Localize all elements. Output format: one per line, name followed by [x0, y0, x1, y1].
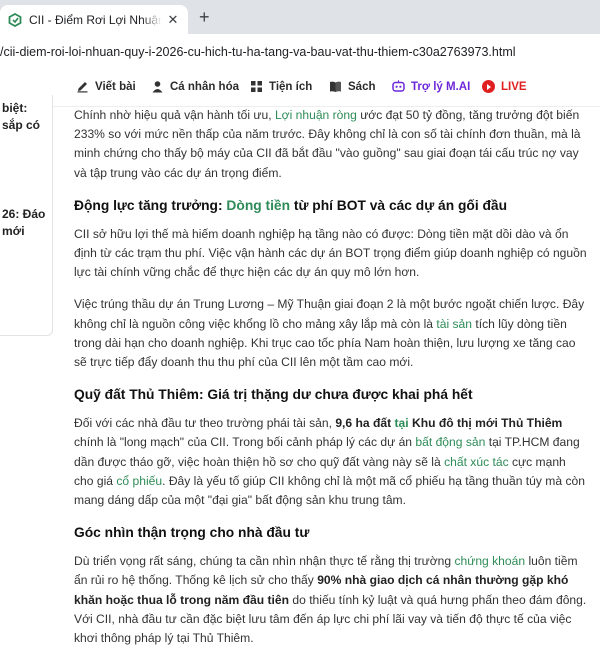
grid-icon: [251, 81, 262, 92]
utilities-label: Tiện ích: [269, 80, 313, 93]
write-post-label: Viết bài: [95, 80, 136, 93]
bold-text: Khu đô thị mới Thủ Thiêm: [408, 416, 563, 431]
ai-assistant-button[interactable]: Trợ lý M.AI: [392, 80, 470, 93]
section-heading-caution: Góc nhìn thận trọng cho nhà đầu tư: [74, 523, 588, 543]
article-paragraph: CII sở hữu lợi thế mà hiếm doanh nghiệp …: [74, 225, 588, 283]
books-button[interactable]: Sách: [329, 80, 376, 93]
bold-text: 9,6 ha đất: [335, 416, 395, 431]
ai-assistant-label: Trợ lý M.AI: [411, 80, 471, 93]
browser-tab-active[interactable]: CII - Điểm Rơi Lợi Nhuận Quý I 2026 ✕: [0, 5, 188, 34]
live-label: LIVE: [501, 80, 527, 93]
text-segment: Động lực tăng trưởng:: [74, 197, 227, 213]
inline-link[interactable]: bất động sản: [415, 435, 485, 449]
article-paragraph: Dù triển vọng rất sáng, chúng ta cần nhì…: [74, 552, 588, 648]
address-bar: /cii-diem-roi-loi-nhuan-quy-i-2026-cu-hi…: [0, 34, 600, 73]
personalize-button[interactable]: Cá nhân hóa: [151, 80, 239, 93]
text-segment: Chính nhờ hiệu quả vận hành tối ưu,: [74, 108, 275, 122]
pencil-icon: [77, 82, 88, 93]
section-heading-growth: Động lực tăng trưởng: Dòng tiền từ phí B…: [74, 196, 588, 216]
person-icon: [152, 81, 163, 93]
text-segment: CII sở hữu lợi thế mà hiếm doanh nghiệp …: [74, 226, 587, 280]
tab-close-icon[interactable]: ✕: [166, 12, 180, 28]
article-body: Chính nhờ hiệu quả vận hành tối ưu, Lợi …: [74, 106, 588, 661]
text-segment: chính là "long mạch" của CII. Trong bối …: [74, 435, 416, 450]
site-toolbar: Viết bài Cá nhân hóa Tiện ích Sách Trợ l…: [0, 72, 600, 107]
books-label: Sách: [348, 80, 376, 93]
live-play-icon: [482, 80, 495, 93]
article-paragraph: Việc trúng thầu dự án Trung Lương – Mỹ T…: [74, 295, 588, 372]
related-news-sidebar: biệt: sắp có 26: Đáo mới: [0, 95, 53, 336]
text-segment: Quỹ đất Thủ Thiêm: Giá trị thặng dư chưa…: [74, 387, 473, 403]
text-segment: Dù triển vọng rất sáng, chúng ta cần nhì…: [74, 554, 455, 569]
inline-link[interactable]: tại: [394, 416, 408, 430]
live-button[interactable]: LIVE: [482, 80, 527, 93]
inline-link[interactable]: cổ phiếu: [116, 474, 162, 488]
book-icon: [330, 81, 341, 92]
article-paragraph: Chính nhờ hiệu quả vận hành tối ưu, Lợi …: [74, 106, 588, 183]
inline-link[interactable]: Lợi nhuận ròng: [275, 108, 357, 122]
inline-link[interactable]: Dòng tiền: [226, 198, 290, 213]
ai-assistant-icon: [392, 80, 405, 92]
inline-link[interactable]: chứng khoán: [454, 554, 525, 568]
text-segment: từ phí BOT và các dự án gối đầu: [290, 197, 508, 213]
article-paragraph: Đối với các nhà đầu tư theo trường phái …: [74, 414, 588, 510]
text-segment: Đối với các nhà đầu tư theo trường phái …: [74, 416, 336, 431]
sidebar-line[interactable]: mới: [2, 223, 25, 240]
inline-link[interactable]: chất xúc tác: [444, 455, 509, 469]
site-favicon-icon: [8, 12, 22, 27]
sidebar-line[interactable]: sắp có: [2, 117, 40, 134]
section-heading-thu-thiem: Quỹ đất Thủ Thiêm: Giá trị thặng dư chưa…: [74, 385, 588, 405]
new-tab-button[interactable]: +: [199, 7, 210, 28]
sidebar-line[interactable]: 26: Đáo: [2, 206, 45, 223]
browser-tab-strip: CII - Điểm Rơi Lợi Nhuận Quý I 2026 ✕ +: [0, 0, 600, 34]
text-segment: Góc nhìn thận trọng cho nhà đầu tư: [74, 525, 310, 541]
tab-title: CII - Điểm Rơi Lợi Nhuận Quý I 2026: [29, 12, 162, 27]
inline-link[interactable]: tài sản: [436, 317, 472, 331]
url-field[interactable]: /cii-diem-roi-loi-nhuan-quy-i-2026-cu-hi…: [0, 45, 516, 59]
personalize-label: Cá nhân hóa: [170, 80, 240, 93]
write-post-button[interactable]: Viết bài: [76, 80, 136, 93]
utilities-button[interactable]: Tiện ích: [250, 80, 312, 93]
sidebar-line[interactable]: biệt:: [2, 100, 27, 117]
